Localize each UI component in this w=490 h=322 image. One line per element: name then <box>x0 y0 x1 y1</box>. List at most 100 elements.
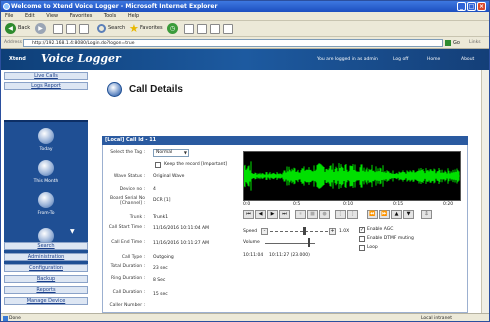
address-bar: Address http://192.168.1.4:8080/Login.do… <box>1 37 489 49</box>
total-duration-label: Total Duration : <box>110 264 145 269</box>
speed-value: 1.0X <box>339 229 350 234</box>
today-calendar-icon[interactable] <box>38 128 54 144</box>
window-title: Welcome to Xtend Voice Logger - Microsof… <box>11 3 218 10</box>
address-input[interactable]: http://192.168.1.4:8080/Login.do?logon=t… <box>23 39 443 47</box>
rewind-icon[interactable]: ◀ <box>255 210 266 219</box>
page-scrollbar[interactable] <box>481 70 489 313</box>
nav-logs-report[interactable]: Logs Report <box>4 82 88 90</box>
caller-number-label: Caller Number : <box>109 303 145 308</box>
call-duration-value: 15 sec <box>153 292 168 297</box>
volume-down-icon[interactable]: ▼ <box>403 210 414 219</box>
speed-slider-handle[interactable] <box>303 227 306 235</box>
stop-icon[interactable] <box>53 24 63 34</box>
volume-slider-handle[interactable] <box>308 238 310 247</box>
nav-live-calls[interactable]: Live Calls <box>4 72 88 80</box>
go-arrow-icon[interactable] <box>445 40 451 46</box>
search-button-label[interactable]: Search <box>108 23 125 34</box>
enable-agc-checkbox[interactable]: ✓ <box>359 227 365 233</box>
home-icon[interactable] <box>79 24 89 34</box>
skip-back-icon[interactable]: ⏪ <box>367 210 378 219</box>
menu-tools[interactable]: Tools <box>104 13 116 19</box>
dropdown-arrow-icon[interactable]: ▼ <box>184 150 187 156</box>
rewind-start-icon[interactable]: ⏮ <box>243 210 254 219</box>
volume-up-icon[interactable]: ▲ <box>391 210 402 219</box>
board-serial-label: Board Serial No [Channel] : <box>110 196 145 206</box>
call-start-label: Call Start Time : <box>108 225 145 230</box>
logoff-link[interactable]: Log off <box>393 57 408 62</box>
logged-in-text: You are logged in as admin <box>317 57 378 62</box>
menu-help[interactable]: Help <box>128 13 139 19</box>
home-link[interactable]: Home <box>427 57 440 62</box>
close-button[interactable]: × <box>477 2 486 11</box>
ie-icon <box>3 3 10 10</box>
edit-icon[interactable] <box>210 24 220 34</box>
messenger-icon[interactable] <box>223 24 233 34</box>
maximize-button[interactable]: □ <box>467 2 476 11</box>
marker-out-icon[interactable]: ] <box>347 210 358 219</box>
menu-file[interactable]: File <box>5 13 13 19</box>
speed-decrease-button[interactable]: - <box>261 228 268 235</box>
menu-view[interactable]: View <box>46 13 58 19</box>
title-bar: Welcome to Xtend Voice Logger - Microsof… <box>1 1 489 12</box>
speed-increase-button[interactable]: + <box>329 228 336 235</box>
main-content: Call Details [Local] Call Id - 11 Select… <box>91 70 489 313</box>
keep-record-label: Keep the record [Important] <box>164 162 227 167</box>
tag-select[interactable]: Normal ▼ <box>153 149 189 157</box>
nav-from-to[interactable]: From-To <box>4 211 88 216</box>
links-label[interactable]: Links <box>469 40 481 45</box>
favorites-button-label[interactable]: Favorites <box>140 23 163 34</box>
nav-configuration[interactable]: Configuration <box>4 264 88 272</box>
nav-search[interactable]: Search <box>4 242 88 250</box>
page-icon <box>3 316 8 321</box>
call-detail-panel: Select the Tag : Normal ▼ Keep the recor… <box>102 145 468 313</box>
zone-text: Local intranet <box>421 316 452 321</box>
favorites-star-icon[interactable]: ★ <box>129 22 139 35</box>
tick-label: 0:0 <box>243 202 251 207</box>
trunk-label: Trunk : <box>129 215 145 220</box>
timeline-ticks: 0:0 0:5 0:10 0:15 0:20 <box>243 202 461 209</box>
status-bar: Done Local intranet <box>1 313 489 321</box>
back-button-label[interactable]: Back <box>18 23 30 34</box>
waveform-display[interactable] <box>243 151 461 201</box>
history-icon[interactable]: ◷ <box>167 23 178 34</box>
skip-forward-icon[interactable]: ⏩ <box>379 210 390 219</box>
keep-record-checkbox[interactable] <box>155 162 161 168</box>
expand-arrow-icon[interactable]: ▼ <box>70 228 75 235</box>
loop-label: Loop <box>367 245 378 250</box>
play-icon[interactable]: ▶ <box>267 210 278 219</box>
stop-icon[interactable]: ■ <box>307 210 318 219</box>
nav-administration[interactable]: Administration <box>4 253 88 261</box>
month-calendar-icon[interactable] <box>38 160 54 176</box>
call-type-value: Outgoing <box>153 255 174 260</box>
mail-icon[interactable] <box>184 24 194 34</box>
nav-backup[interactable]: Backup <box>4 275 88 283</box>
speed-label: Speed <box>243 229 258 234</box>
call-end-value: 11/16/2016 10:11:27 AM <box>153 241 209 246</box>
pause-icon[interactable]: ⏸ <box>295 210 306 219</box>
print-icon[interactable] <box>197 24 207 34</box>
tag-select-value: Normal <box>156 150 173 155</box>
speed-slider-track[interactable] <box>270 231 328 232</box>
refresh-icon[interactable] <box>66 24 76 34</box>
minimize-button[interactable]: _ <box>457 2 466 11</box>
record-icon[interactable]: ● <box>319 210 330 219</box>
menu-edit[interactable]: Edit <box>25 13 35 19</box>
fromto-calendar-icon[interactable] <box>38 192 54 208</box>
menu-favorites[interactable]: Favorites <box>70 13 93 19</box>
nav-this-month[interactable]: This Month <box>4 179 88 184</box>
about-link[interactable]: About <box>461 57 474 62</box>
marker-in-icon[interactable]: [ <box>335 210 346 219</box>
back-arrow-icon[interactable]: ◀ <box>5 23 16 34</box>
forward-arrow-icon[interactable]: ▶ <box>35 23 46 34</box>
nav-reports[interactable]: Reports <box>4 286 88 294</box>
device-no-label: Device no : <box>119 187 145 192</box>
loop-checkbox[interactable] <box>359 245 365 251</box>
nav-manage-device[interactable]: Manage Device <box>4 297 88 305</box>
nav-today[interactable]: Today <box>4 147 88 152</box>
tick-label: 0:10 <box>343 202 354 207</box>
device-no-value: 4 <box>153 187 156 192</box>
search-icon[interactable] <box>97 24 106 33</box>
enable-dtmf-checkbox[interactable] <box>359 236 365 242</box>
forward-end-icon[interactable]: ⏭ <box>279 210 290 219</box>
download-icon[interactable]: ⇩ <box>421 210 432 219</box>
